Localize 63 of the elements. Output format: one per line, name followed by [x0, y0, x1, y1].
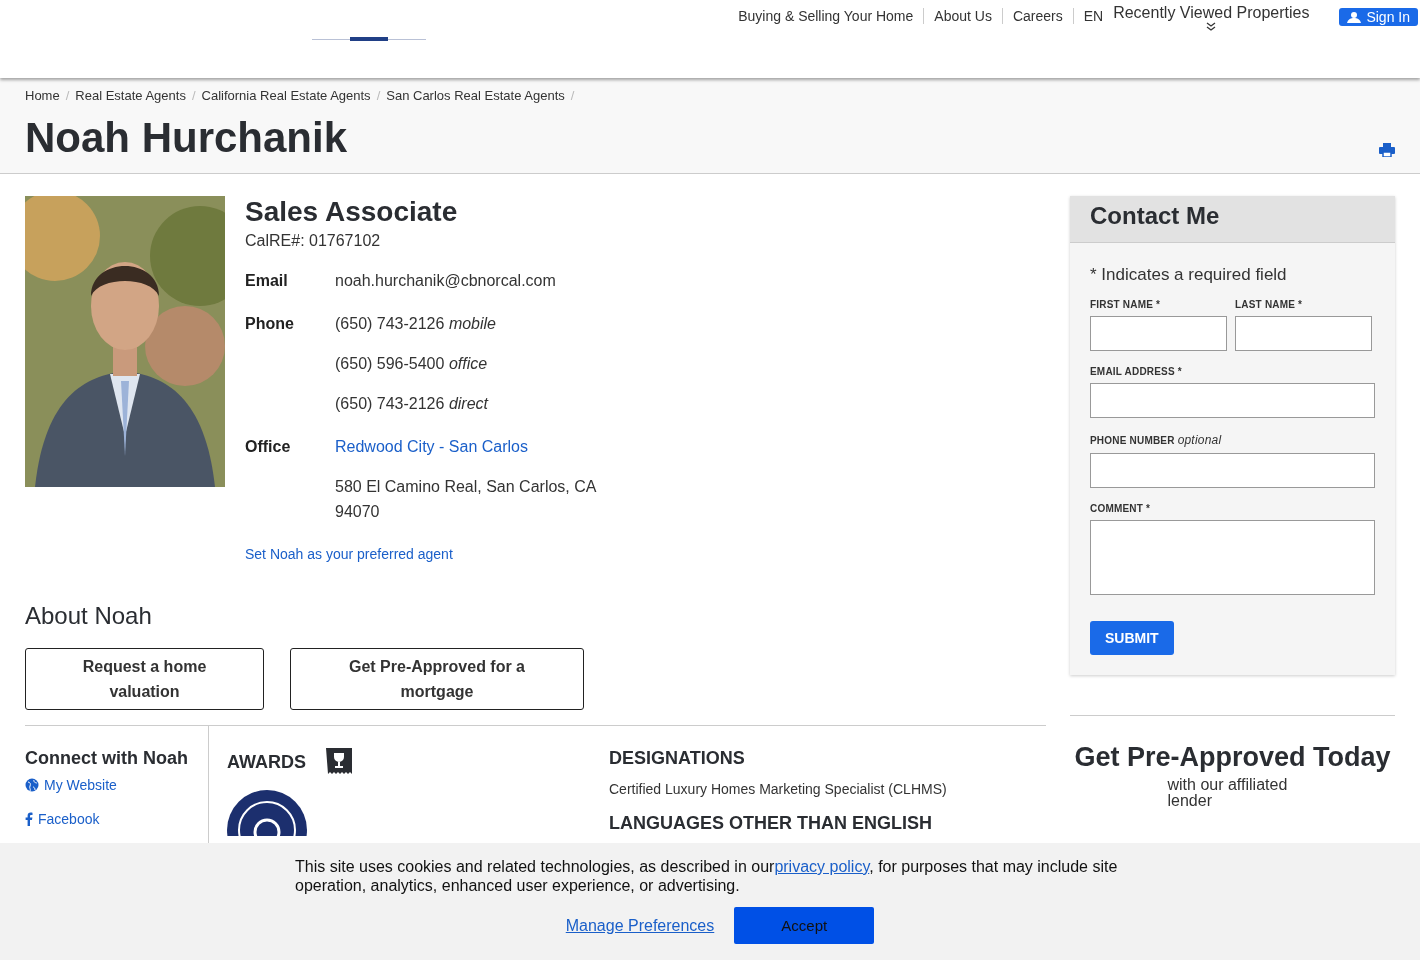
breadcrumb-separator: /: [65, 88, 70, 103]
promo-subtitle: with our affiliated lender: [1167, 777, 1289, 809]
comment-field[interactable]: [1090, 520, 1375, 595]
input-field[interactable]: [1090, 383, 1375, 418]
input-field[interactable]: [1235, 316, 1372, 351]
print-icon[interactable]: [1379, 143, 1395, 157]
privacy-policy-link[interactable]: privacy policy: [774, 858, 870, 875]
license-number: CalRE#: 01767102: [245, 232, 382, 250]
field-label: FIRST NAME *: [1090, 299, 1162, 310]
office-link[interactable]: Redwood City - San Carlos: [335, 434, 615, 459]
contact-title: Contact Me: [1090, 202, 1221, 230]
trophy-icon: [326, 748, 352, 776]
action-button[interactable]: Request a home valuation: [25, 648, 264, 710]
person-icon: [1347, 11, 1362, 23]
nav-link[interactable]: EN: [1072, 8, 1114, 24]
globe-icon: [25, 778, 39, 792]
submit-button[interactable]: SUBMIT: [1090, 621, 1174, 655]
manage-preferences-link[interactable]: Manage Preferences: [565, 916, 715, 935]
double-chevron-icon[interactable]: [1206, 22, 1217, 31]
phone-number: (650) 743-2126 direct: [335, 394, 490, 414]
detail-value: noah.hurchanik@cbnorcal.com: [335, 271, 557, 291]
sign-in-button[interactable]: Sign In: [1339, 8, 1418, 26]
phone-number: (650) 743-2126 mobile: [335, 314, 497, 334]
breadcrumb-separator: /: [376, 88, 381, 103]
detail-label: Email: [245, 271, 289, 291]
input-field[interactable]: [1090, 453, 1375, 488]
social-link[interactable]: My Website: [25, 777, 208, 793]
designation-text: Certified Luxury Homes Marketing Specialist (CLHMS): [609, 781, 947, 797]
preferred-agent-link[interactable]: Set Noah as your preferred agent: [245, 546, 615, 562]
about-heading: About Noah: [25, 602, 153, 630]
nav-link[interactable]: About Us: [923, 8, 1002, 24]
award-badge-icon: [227, 790, 307, 836]
field-label: EMAIL ADDRESS *: [1090, 366, 1183, 377]
agent-name: Noah Hurchanik: [25, 115, 348, 161]
field-label: COMMENT *: [1090, 503, 1152, 514]
nav-link[interactable]: Careers: [1001, 8, 1073, 24]
promo-title: Get Pre-Approved Today: [1074, 742, 1391, 773]
breadcrumb-link[interactable]: San Carlos Real Estate Agents: [386, 88, 565, 103]
connect-heading: Connect with Noah: [25, 748, 189, 769]
awards-heading: AWARDS: [227, 751, 306, 773]
breadcrumb-link[interactable]: California Real Estate Agents: [201, 88, 371, 103]
input-field[interactable]: [1090, 316, 1227, 351]
required-note: * Indicates a required field: [1090, 265, 1288, 285]
breadcrumb-separator: /: [570, 88, 575, 103]
breadcrumb-link[interactable]: Home: [25, 88, 60, 103]
field-label: LAST NAME *: [1235, 299, 1304, 310]
languages-heading: LANGUAGES OTHER THAN ENGLISH: [609, 813, 933, 834]
detail-value: 580 El Camino Real, San Carlos, CA 94070: [335, 477, 598, 522]
action-button[interactable]: Get Pre-Approved for a mortgage: [290, 648, 584, 710]
job-title: Sales Associate: [245, 196, 459, 228]
phone-number: (650) 596-5400 office: [335, 354, 489, 374]
facebook-icon: [25, 812, 33, 826]
breadcrumb-link[interactable]: Real Estate Agents: [75, 88, 186, 103]
nav-link[interactable]: Buying & Selling Your Home: [728, 8, 924, 24]
social-link[interactable]: Facebook: [25, 811, 208, 827]
designations-heading: DESIGNATIONS: [609, 748, 746, 769]
detail-label: Phone: [245, 314, 295, 334]
breadcrumb-separator: /: [191, 88, 196, 103]
recently-viewed-link[interactable]: Recently Viewed Properties: [1113, 4, 1310, 22]
detail-label: Office: [245, 437, 292, 457]
logo[interactable]: [312, 34, 426, 42]
field-label: PHONE NUMBER optional: [1090, 433, 1223, 447]
cookie-text: This site uses cookies and related technologies, as described in ourprivacy policy, for purposes that may include site operation, analytics, enhanced user experience, or advertising.: [295, 857, 1119, 895]
